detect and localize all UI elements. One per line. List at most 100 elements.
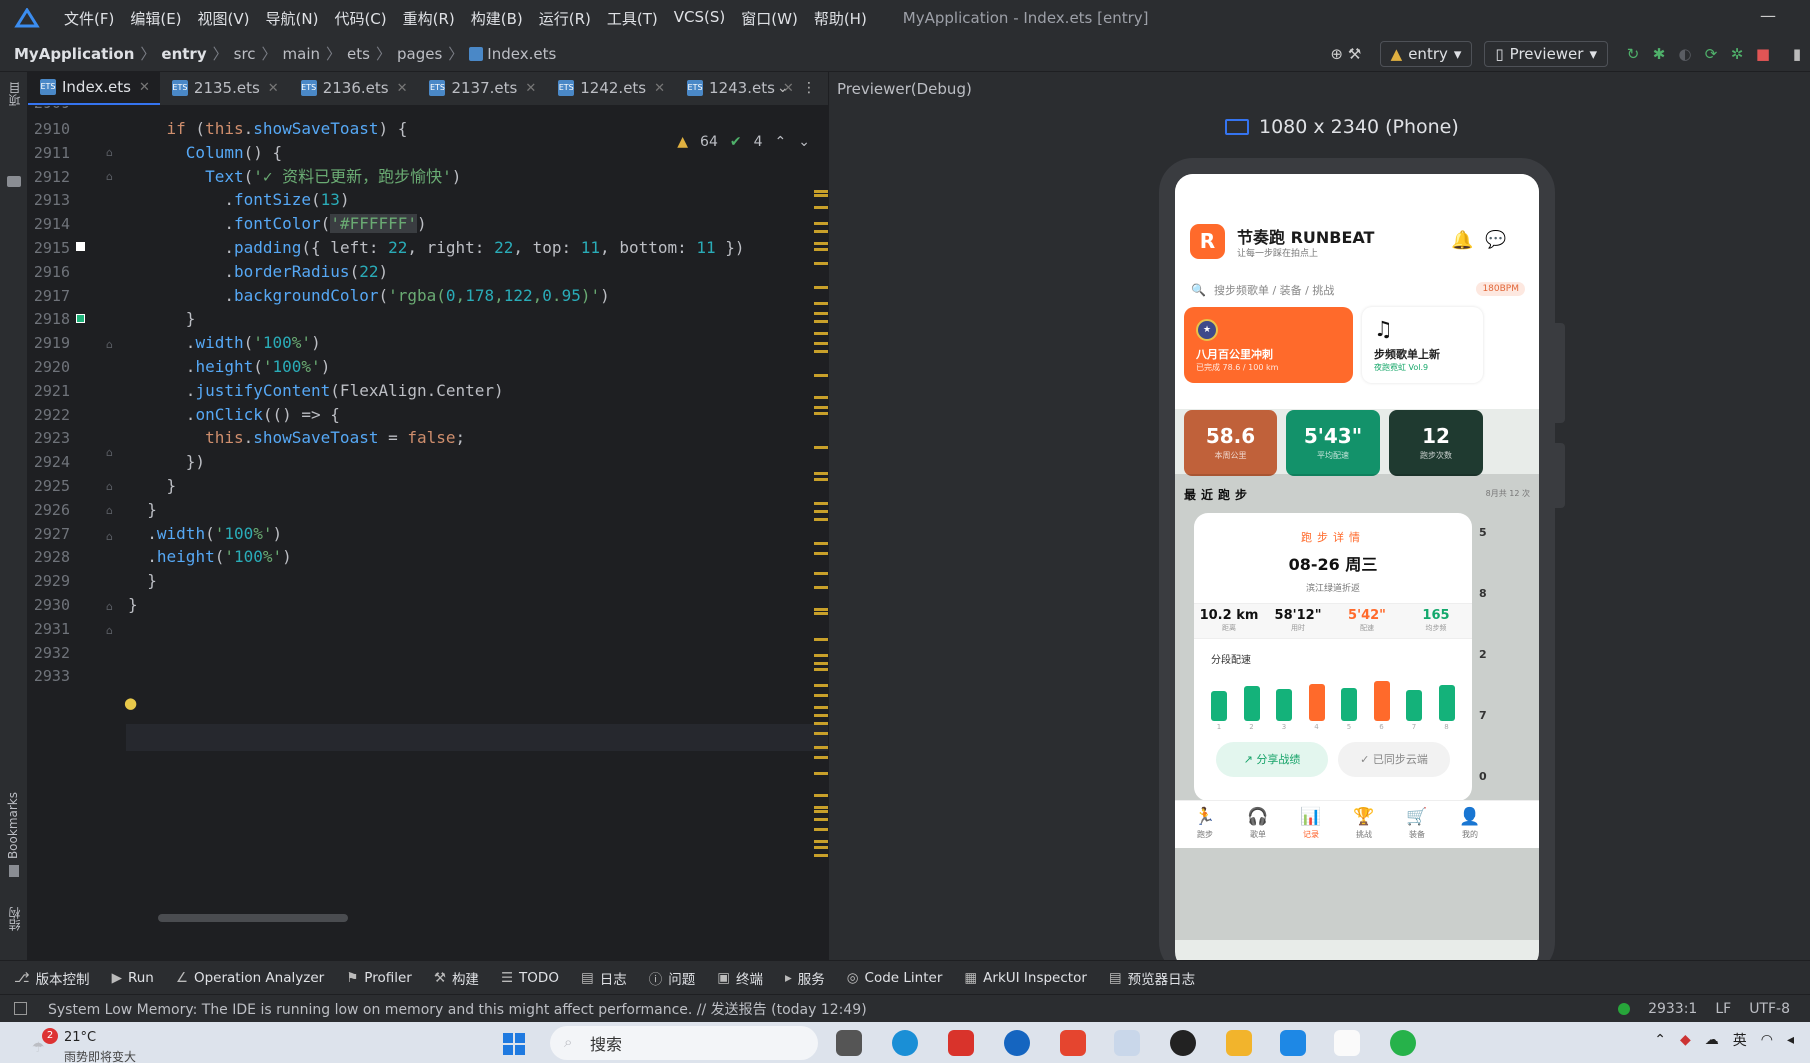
taskbar-search[interactable]: ⌕ 搜索 [550, 1026, 818, 1060]
tool-window-button[interactable]: ⚒ 构建 [434, 968, 479, 988]
warning-marker[interactable] [814, 190, 828, 193]
app-avatar[interactable]: R [1190, 224, 1225, 259]
warning-marker[interactable] [814, 586, 828, 589]
menu-item[interactable]: 视图(V) [190, 8, 258, 29]
fold-icon[interactable]: ⌂ [106, 146, 113, 159]
close-icon[interactable]: ✕ [525, 81, 536, 96]
stat-card[interactable]: 5'43" 平均配速 [1286, 410, 1380, 476]
warning-marker[interactable] [814, 242, 828, 245]
tool-window-button[interactable]: ∠ Operation Analyzer [176, 970, 324, 986]
previewer-select[interactable]: ▯ Previewer ▾ [1484, 41, 1608, 67]
warning-marker[interactable] [814, 194, 828, 197]
tab-装备[interactable]: 🛒 装备 [1392, 807, 1442, 840]
warning-marker[interactable] [814, 694, 828, 697]
bulb-icon[interactable]: ● [124, 694, 137, 712]
hammer-icon[interactable]: ⚒ [1346, 45, 1364, 63]
status-ok-icon[interactable] [1618, 1003, 1631, 1015]
fold-icon[interactable]: ⌂ [106, 504, 113, 517]
speaker-icon[interactable]: ◂ [1787, 1032, 1794, 1048]
fold-icon[interactable]: ⌂ [106, 624, 113, 637]
tool-window-button[interactable]: ☰ TODO [501, 970, 559, 986]
warning-marker[interactable] [814, 806, 828, 809]
qq-icon[interactable] [1170, 1030, 1196, 1056]
menu-item[interactable]: 重构(R) [395, 8, 463, 29]
bpm-tag[interactable]: 180BPM [1476, 282, 1525, 296]
tray-cloud-icon[interactable]: ☁ [1705, 1032, 1719, 1048]
fold-icon[interactable]: ⌂ [106, 338, 113, 351]
error-stripe[interactable] [812, 106, 828, 926]
rerun-icon[interactable]: ↻ [1624, 45, 1642, 63]
horizontal-scrollbar[interactable] [158, 914, 348, 922]
warning-marker[interactable] [814, 638, 828, 641]
warning-marker[interactable] [814, 510, 828, 513]
debug-icon[interactable]: ✱ [1650, 45, 1668, 63]
warning-marker[interactable] [814, 312, 828, 315]
line-separator[interactable]: LF [1715, 1001, 1731, 1017]
menu-item[interactable]: 窗口(W) [733, 8, 806, 29]
menu-item[interactable]: 构建(B) [463, 8, 531, 29]
device-icon[interactable]: ▮ [1788, 45, 1806, 63]
wifi-icon[interactable]: ◠ [1761, 1032, 1773, 1048]
pdf-icon[interactable] [1060, 1030, 1086, 1056]
taskbar-app-blue-icon[interactable] [1004, 1030, 1030, 1056]
warning-marker[interactable] [814, 732, 828, 735]
segment-bar[interactable] [1341, 687, 1357, 721]
tab-file[interactable]: ETS 2137.ets ✕ [417, 71, 546, 105]
tab-file[interactable]: ETS Index.ets ✕ [28, 71, 160, 105]
tab-记录[interactable]: 📊 记录 [1286, 807, 1336, 840]
warning-marker[interactable] [814, 518, 828, 521]
warning-marker[interactable] [814, 668, 828, 671]
tool-window-button[interactable]: ▤ 预览器日志 [1109, 968, 1195, 988]
warning-marker[interactable] [814, 350, 828, 353]
breadcrumb-project[interactable]: MyApplication [14, 45, 134, 63]
code-line[interactable]: } [128, 591, 138, 618]
tab-file[interactable]: ETS 1242.ets ✕ [546, 71, 675, 105]
segment-bar[interactable] [1211, 691, 1227, 721]
playlist-banner[interactable]: ♫ 步频歌单上新 夜跑霓虹 Vol.9 [1362, 307, 1483, 383]
bell-icon[interactable]: 🔔 [1451, 230, 1473, 251]
tool-window-button[interactable]: ⓘ 问题 [649, 968, 696, 988]
tab-overflow-icon[interactable]: ⌄ ⋮ [777, 80, 816, 96]
menu-item[interactable]: 文件(F) [56, 8, 122, 29]
close-icon[interactable]: ✕ [139, 80, 150, 95]
chat-icon[interactable]: 💬 [1485, 230, 1506, 250]
warning-marker[interactable] [814, 662, 828, 665]
green-app-icon[interactable] [1390, 1030, 1416, 1056]
file-encoding[interactable]: UTF-8 [1749, 1001, 1790, 1017]
device-resolution[interactable]: 1080 x 2340 (Phone) [1225, 116, 1459, 138]
fold-icon[interactable]: ⌂ [106, 446, 113, 459]
warning-marker[interactable] [814, 756, 828, 759]
warning-marker[interactable] [814, 332, 828, 335]
stat-card[interactable]: 12 跑步次数 [1389, 410, 1483, 476]
menu-item[interactable]: 代码(C) [326, 8, 394, 29]
fold-icon[interactable]: ⌂ [106, 170, 113, 183]
inspection-widget[interactable]: ▲ 64 ✔ 4 ⌃ ⌄ [677, 134, 810, 150]
stop-icon[interactable]: ■ [1754, 45, 1772, 63]
warning-marker[interactable] [814, 706, 828, 709]
warning-marker[interactable] [814, 772, 828, 775]
warning-marker[interactable] [814, 222, 828, 225]
warning-marker[interactable] [814, 828, 828, 831]
warning-marker[interactable] [814, 714, 828, 717]
menu-item[interactable]: 编辑(E) [122, 8, 189, 29]
warning-marker[interactable] [814, 396, 828, 399]
warning-marker[interactable] [814, 818, 828, 821]
tab-file[interactable]: ETS 2136.ets ✕ [289, 71, 418, 105]
stat-card[interactable]: 58.6 本周公里 [1184, 410, 1277, 476]
code-area[interactable]: 2909 2910 2911 2912 2913 2914 2915 2916 2917 2918… [28, 106, 828, 926]
ime-indicator[interactable]: 英 [1733, 1030, 1747, 1050]
warning-marker[interactable] [814, 612, 828, 615]
caret-position[interactable]: 2933:1 [1648, 1001, 1697, 1017]
tray-chevron-up-icon[interactable]: ⌃ [1654, 1032, 1666, 1048]
project-tool-label[interactable]: 项目 [6, 82, 23, 106]
warning-marker[interactable] [814, 854, 828, 857]
warning-marker[interactable] [814, 406, 828, 409]
close-icon[interactable]: ✕ [654, 81, 665, 96]
tool-window-button[interactable]: ▦ ArkUI Inspector [964, 970, 1087, 986]
apply-changes-icon[interactable]: ⟳ [1702, 45, 1720, 63]
warning-marker[interactable] [814, 478, 828, 481]
menu-item[interactable]: 导航(N) [258, 8, 327, 29]
tab-file[interactable]: ETS 2135.ets ✕ [160, 71, 289, 105]
warning-marker[interactable] [814, 794, 828, 797]
menu-item[interactable]: 工具(T) [599, 8, 666, 29]
